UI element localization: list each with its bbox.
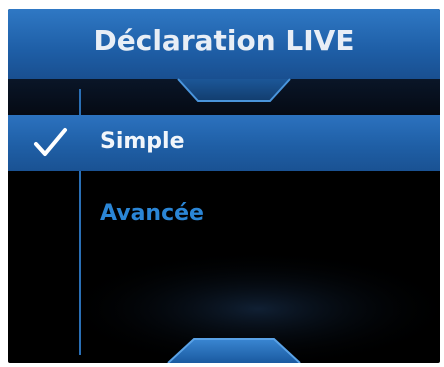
scroll-up-arrow-icon[interactable] (177, 78, 291, 102)
device-screen: Déclaration LIVE Simple Avancée (8, 9, 440, 363)
screen-decoration (58, 78, 440, 363)
